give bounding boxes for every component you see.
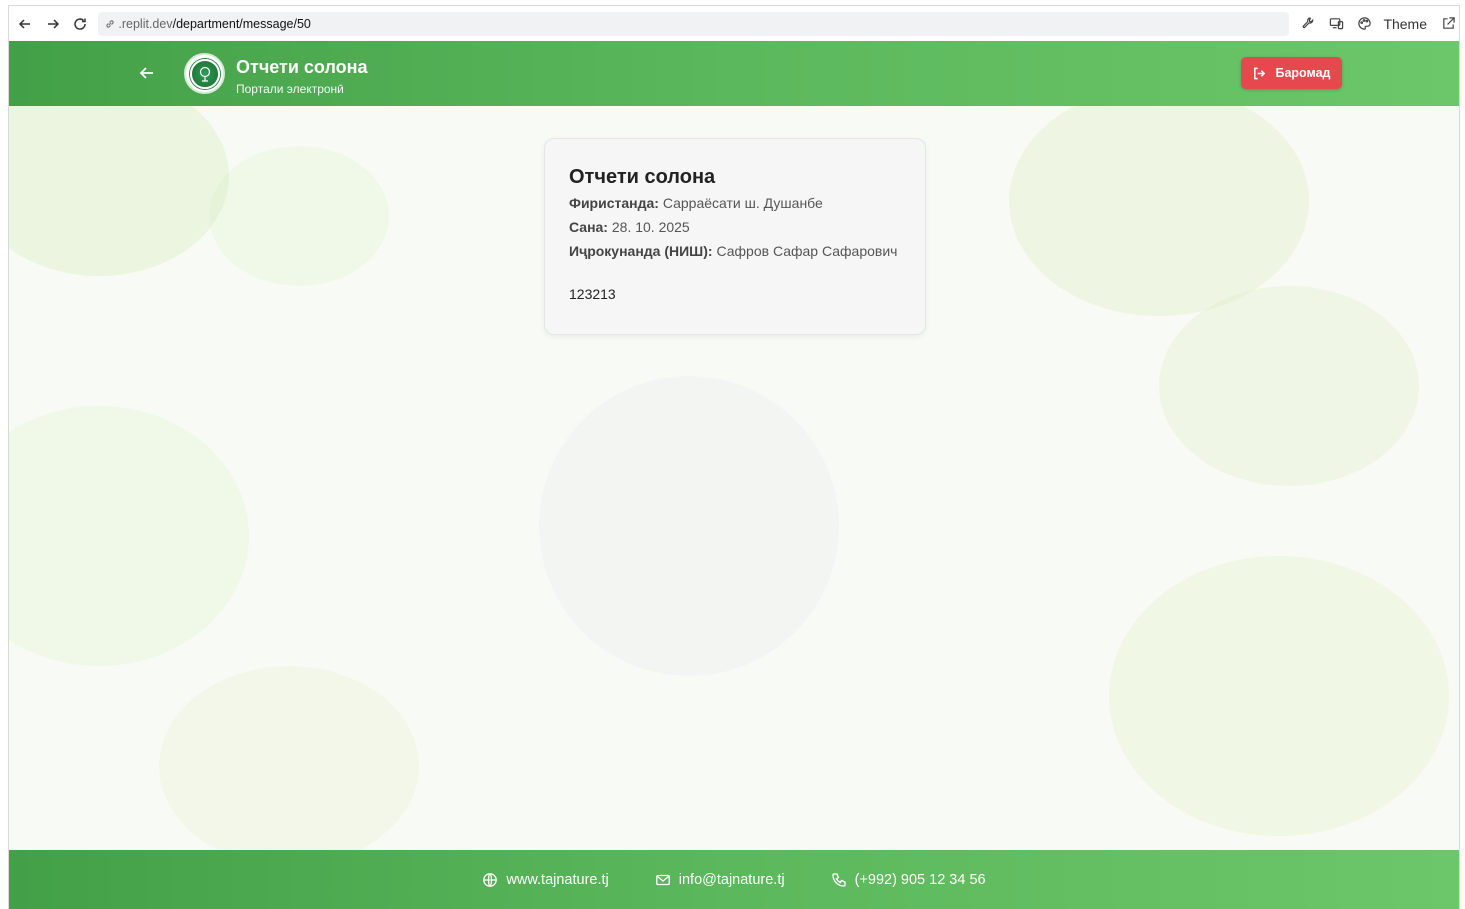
mail-icon [655, 874, 670, 885]
link-icon [106, 19, 115, 28]
palette-icon [1358, 17, 1371, 30]
page-title: Отчети солона [236, 57, 368, 77]
main-content: Отчети солона Фиристанда: Сарраёсати ш. … [9, 106, 1459, 850]
device-preview-button[interactable] [1325, 13, 1347, 35]
page-viewport: Отчети солона Портали электронӣ Баромад … [8, 41, 1460, 909]
page-subtitle: Портали электронӣ [236, 82, 344, 96]
footer-phone: (+992) 905 12 34 56 [854, 871, 986, 888]
devices-icon [1329, 18, 1344, 30]
arrow-right-icon [47, 18, 59, 29]
background-leaves [1159, 286, 1419, 486]
background-leaves [209, 146, 389, 286]
logout-button[interactable]: Баромад [1241, 57, 1342, 89]
report-title: Отчети солона [569, 166, 716, 188]
report-card: Отчети солона Фиристанда: Сарраёсати ш. … [544, 138, 926, 335]
executor-value: Сафров Сафар Сафарович [716, 243, 898, 259]
background-leaves [1009, 106, 1309, 316]
background-leaves [9, 106, 229, 276]
date-label: Сана: [569, 219, 608, 235]
footer-website-link[interactable]: www.tajnature.tj [482, 871, 609, 888]
background-leaves [9, 406, 249, 666]
address-bar[interactable]: .replit.dev/department/message/50 [98, 11, 1290, 36]
reload-icon [74, 17, 87, 30]
browser-toolbar: .replit.dev/department/message/50 Theme [8, 5, 1460, 41]
url-host: .replit.dev [118, 16, 173, 31]
logout-label: Баромад [1275, 66, 1331, 80]
date-value: 28. 10. 2025 [611, 219, 690, 235]
browser-forward-button[interactable] [39, 10, 67, 38]
footer-phone-link[interactable]: (+992) 905 12 34 56 [831, 872, 986, 888]
date-row: Сана: 28. 10. 2025 [569, 215, 901, 239]
background-leaves [1109, 556, 1449, 836]
wrench-icon [1302, 17, 1314, 29]
executor-label: Иҷрокунанда (НИШ): [569, 243, 713, 259]
sender-value: Сарраёсати ш. Душанбе [662, 195, 823, 211]
browser-back-button[interactable] [11, 10, 39, 38]
sender-label: Фиристанда: [569, 195, 659, 211]
external-link-icon [1442, 17, 1455, 29]
footer-email: info@tajnature.tj [678, 871, 785, 888]
phone-icon [831, 872, 846, 887]
app-footer: www.tajnature.tj info@tajnature.tj (+992… [9, 850, 1459, 909]
url-path: /department/message/50 [172, 16, 311, 31]
arrow-left-icon [18, 18, 30, 29]
executor-row: Иҷрокунанда (НИШ): Сафров Сафар Сафарови… [569, 239, 901, 263]
browser-reload-button[interactable] [67, 10, 95, 38]
tree-emblem-icon [199, 66, 210, 82]
logout-icon [1254, 67, 1266, 79]
footer-website: www.tajnature.tj [506, 871, 609, 888]
theme-button-icon-wrap[interactable] [1353, 13, 1375, 35]
globe-icon [483, 872, 498, 887]
devtools-button[interactable] [1297, 13, 1319, 35]
back-arrow-icon[interactable] [137, 63, 157, 83]
footer-email-link[interactable]: info@tajnature.tj [655, 872, 785, 888]
background-globe [539, 376, 839, 676]
report-body: 123213 [569, 286, 616, 302]
background-leaves [159, 666, 419, 850]
organization-logo [184, 53, 225, 94]
app-header: Отчети солона Портали электронӣ Баромад [9, 41, 1459, 106]
sender-row: Фиристанда: Сарраёсати ш. Душанбе [569, 191, 901, 215]
theme-button[interactable]: Theme [1383, 16, 1427, 32]
open-external-button[interactable] [1437, 13, 1459, 35]
